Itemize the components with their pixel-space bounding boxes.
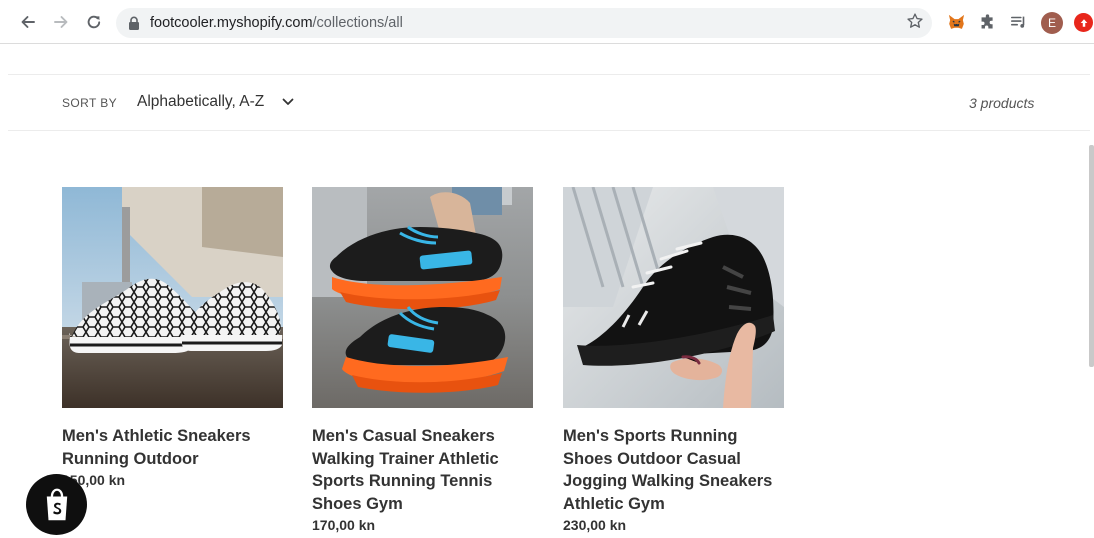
product-image[interactable] (62, 187, 283, 408)
back-arrow-icon[interactable] (17, 11, 39, 33)
product-price: 230,00 kn (563, 517, 627, 534)
product-image[interactable] (563, 187, 784, 408)
media-queue-icon[interactable] (1009, 12, 1029, 32)
star-icon[interactable] (906, 12, 924, 30)
url-host: footcooler.myshopify.com (150, 15, 313, 31)
lock-icon[interactable] (128, 16, 140, 30)
chevron-down-icon[interactable] (281, 97, 295, 107)
adblock-icon[interactable] (1074, 13, 1093, 32)
sort-by-label: SORT BY (62, 96, 118, 110)
product-card[interactable]: Men's Athletic Sneakers Running Outdoor … (62, 187, 284, 488)
product-price: 150,00 kn (62, 472, 126, 489)
scrollbar-thumb[interactable] (1089, 145, 1094, 367)
product-card[interactable]: Men's Sports Running Shoes Outdoor Casua… (563, 187, 785, 533)
shopify-bag-icon[interactable] (26, 474, 87, 535)
product-image[interactable] (312, 187, 533, 408)
divider (8, 74, 1090, 75)
sort-select[interactable]: Alphabetically, A-Z (137, 93, 264, 111)
url-path: /collections/all (312, 15, 403, 31)
reload-icon[interactable] (83, 11, 105, 33)
divider (8, 130, 1090, 131)
metamask-fox-icon[interactable] (946, 12, 966, 32)
address-bar[interactable]: footcooler.myshopify.com/collections/all (116, 8, 932, 38)
browser-toolbar: footcooler.myshopify.com/collections/all… (0, 0, 1094, 44)
product-title[interactable]: Men's Casual Sneakers Walking Trainer At… (312, 425, 534, 515)
product-title[interactable]: Men's Athletic Sneakers Running Outdoor (62, 425, 284, 470)
product-title[interactable]: Men's Sports Running Shoes Outdoor Casua… (563, 425, 785, 515)
url-text[interactable]: footcooler.myshopify.com/collections/all (150, 15, 403, 31)
forward-arrow-icon[interactable] (50, 11, 72, 33)
puzzle-extensions-icon[interactable] (977, 12, 997, 32)
profile-avatar[interactable]: E (1041, 12, 1063, 34)
product-price: 170,00 kn (312, 517, 376, 534)
product-card[interactable]: Men's Casual Sneakers Walking Trainer At… (312, 187, 534, 533)
product-count: 3 products (969, 95, 1035, 111)
